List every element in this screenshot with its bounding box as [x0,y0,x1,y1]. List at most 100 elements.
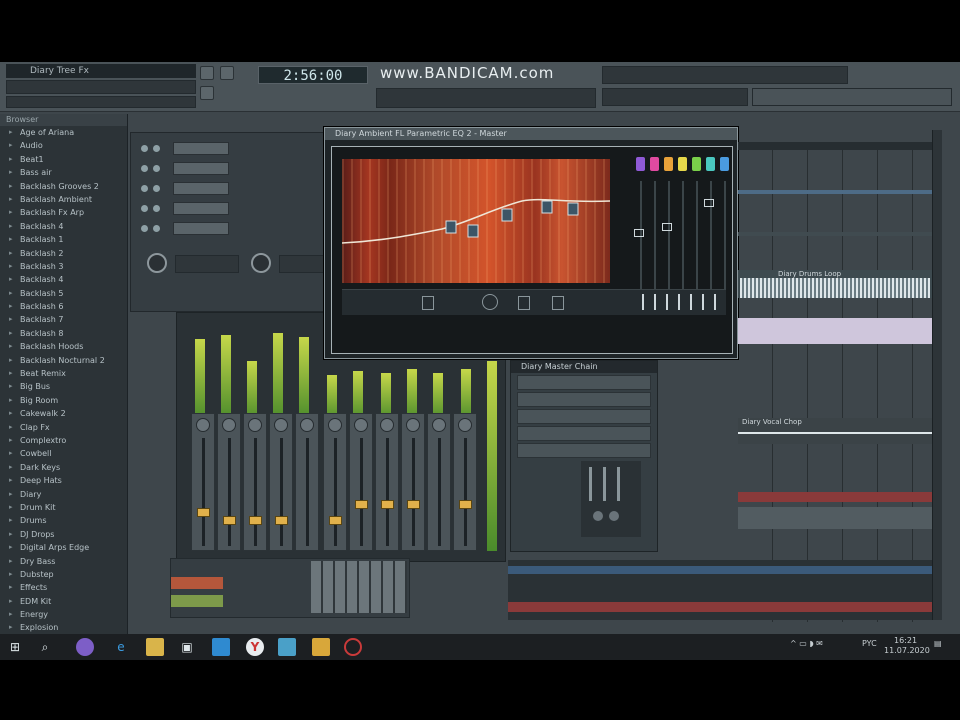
clock-date[interactable]: 11.07.2020 [884,646,930,655]
eq-option-icon[interactable] [518,296,530,310]
browser-item[interactable]: Big Bus [0,380,127,393]
browser-item[interactable]: Backlash 8 [0,327,127,340]
edge-icon[interactable]: e [112,638,130,656]
pan-knob[interactable] [274,418,288,432]
pan-knob[interactable] [432,418,446,432]
band-6-led[interactable] [706,157,715,171]
mixer-strip[interactable] [401,413,425,551]
channel-button[interactable] [173,142,229,155]
eq-spectrum-display[interactable] [342,159,610,283]
volume-fader[interactable] [249,516,262,525]
mixer-strip[interactable] [269,413,293,551]
browser-item[interactable]: Drum Kit [0,501,127,514]
browser-item[interactable]: Drums [0,514,127,527]
time-display[interactable]: 2:56:00 [258,66,368,84]
browser-item[interactable]: Backlash Grooves 2 [0,180,127,193]
track-lane[interactable] [738,507,932,529]
notification-icon[interactable]: ▤ [934,639,942,648]
browser-item[interactable]: Bass air [0,166,127,179]
eq-bottom-controls[interactable] [342,289,726,315]
volume-fader[interactable] [355,500,368,509]
mail-icon[interactable] [212,638,230,656]
plugin-slot[interactable] [517,409,651,424]
plugin-slot[interactable] [517,392,651,407]
fl-studio-icon[interactable] [312,638,330,656]
browser-item[interactable]: Cakewalk 2 [0,407,127,420]
pan-knob[interactable] [328,418,342,432]
browser-item[interactable]: Dark Keys [0,461,127,474]
band-5-led[interactable] [692,157,701,171]
channel-button[interactable] [173,162,229,175]
route-slot[interactable] [171,577,223,589]
browser-item[interactable]: Backlash Ambient [0,193,127,206]
browser-item[interactable]: Explosion [0,621,127,634]
track-clip[interactable] [738,190,932,194]
audio-clip-2[interactable] [738,318,932,344]
playlist-window[interactable]: Diary Drums Loop Diary Vocal Chop [738,142,932,622]
eq-band-controls[interactable] [618,153,729,303]
browser-item[interactable]: Effects [0,581,127,594]
yandex-icon[interactable]: Y [246,638,264,656]
mixer-strip[interactable] [323,413,347,551]
mixer-strip[interactable] [295,413,319,551]
eq-option-icon[interactable] [422,296,434,310]
plugin-slot[interactable] [517,375,651,390]
band-handle[interactable] [634,229,644,237]
eq-curve[interactable] [342,159,610,283]
band-4-led[interactable] [678,157,687,171]
volume-fader[interactable] [275,516,288,525]
mixer-strip[interactable] [349,413,373,551]
browser-item[interactable]: Backlash 3 [0,260,127,273]
browser-item[interactable]: DJ Drops [0,528,127,541]
tray-icons[interactable]: ^ ▭ ◗ ✉ [790,639,823,648]
band-7-led[interactable] [720,157,729,171]
explorer-icon[interactable] [146,638,164,656]
audio-clip-3[interactable]: Diary Vocal Chop [738,418,932,444]
browser-item[interactable]: Backlash Fx Arp [0,206,127,219]
pan-knob[interactable] [251,253,271,273]
pan-knob[interactable] [354,418,368,432]
mixer-strip[interactable] [243,413,267,551]
pan-knob[interactable] [458,418,472,432]
browser-item[interactable]: Digital Arps Edge [0,541,127,554]
band-3-led[interactable] [664,157,673,171]
band-handle[interactable] [704,199,714,207]
menu-bar[interactable] [6,80,196,94]
browser-item[interactable]: EDM Kit [0,595,127,608]
channel-button[interactable] [173,182,229,195]
browser-panel[interactable]: Browser Age of ArianaAudioBeat1Bass airB… [0,114,128,660]
mixer-strip[interactable] [427,413,451,551]
channel-button[interactable] [173,222,229,235]
browser-item[interactable]: Beat Remix [0,367,127,380]
channel-row[interactable] [137,201,327,217]
volume-fader[interactable] [381,500,394,509]
eq-band-type-buttons[interactable] [642,294,718,310]
browser-item[interactable]: Audio [0,139,127,152]
band-handle[interactable] [662,223,672,231]
pattern-icon[interactable] [220,66,234,80]
routing-panel[interactable] [170,558,410,618]
eq-knob[interactable] [482,294,498,310]
plugin-chain-window[interactable]: Diary Master Chain [510,360,658,552]
parametric-eq-window[interactable]: Diary Ambient FL Parametric EQ 2 - Maste… [324,127,738,359]
channel-row[interactable] [137,141,327,157]
plugin-knob[interactable] [609,511,619,521]
song-mode-icon[interactable] [200,86,214,100]
tool-icons-bar[interactable] [602,66,848,84]
record-icon[interactable] [344,638,362,656]
pan-knob[interactable] [380,418,394,432]
automation-clip[interactable] [738,492,932,502]
browser-item[interactable]: Backlash 5 [0,287,127,300]
pan-knob[interactable] [406,418,420,432]
browser-item[interactable]: Dubstep [0,568,127,581]
browser-item[interactable]: Backlash 6 [0,300,127,313]
browser-item[interactable]: Deep Hats [0,474,127,487]
route-slot[interactable] [171,595,223,607]
browser-list[interactable]: Age of ArianaAudioBeat1Bass airBacklash … [0,126,127,635]
browser-item[interactable]: Backlash 4 [0,273,127,286]
volume-fader[interactable] [223,516,236,525]
pan-knob[interactable] [248,418,262,432]
channel-rack[interactable] [130,132,330,312]
eq-option-icon[interactable] [552,296,564,310]
browser-item[interactable]: Backlash Nocturnal 2 [0,354,127,367]
